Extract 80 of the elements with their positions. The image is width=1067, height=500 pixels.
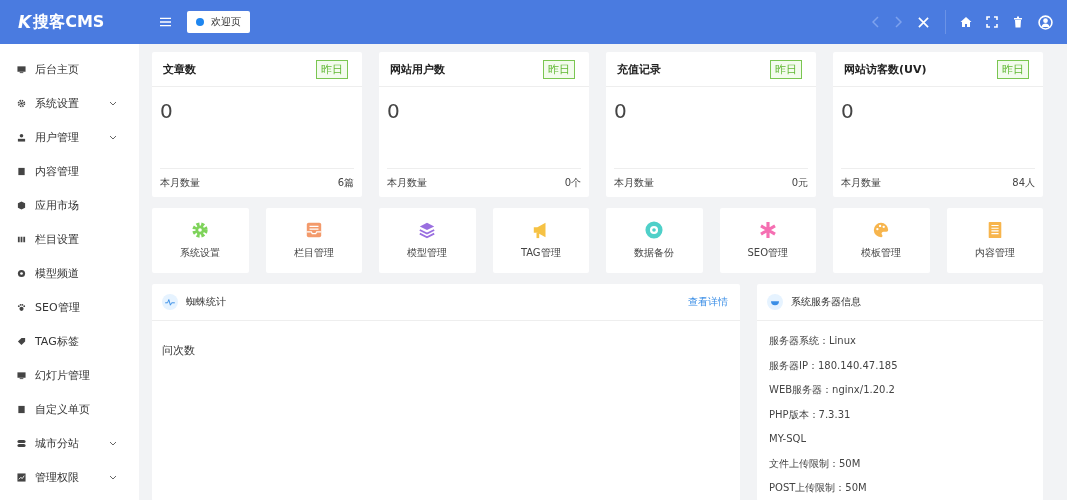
shortcut-tile[interactable]: TAG管理 xyxy=(492,208,589,273)
sidebar-item[interactable]: 内容管理 xyxy=(0,154,139,188)
stat-value: 0 xyxy=(613,98,628,125)
panel-title: 系统服务器信息 xyxy=(791,295,861,309)
circle-icon xyxy=(17,268,26,278)
stat-value: 0 xyxy=(840,98,855,125)
server-info-line: 文件上传限制：50M xyxy=(769,456,862,471)
shortcut-tile[interactable]: 模板管理 xyxy=(833,208,930,273)
footer-label: 本月数量 xyxy=(387,176,427,190)
stat-title: 文章数 xyxy=(163,61,196,77)
gear-icon xyxy=(17,98,26,108)
fullscreen-icon[interactable] xyxy=(986,16,998,28)
sidebar-item[interactable]: 管理权限 xyxy=(0,460,139,494)
pulse-icon xyxy=(162,294,178,310)
period-badge: 昨日 xyxy=(770,59,802,79)
axis-label: 问次数 xyxy=(162,344,195,357)
chevron-down-icon xyxy=(109,100,117,106)
footer-label: 本月数量 xyxy=(160,176,200,190)
sidebar-item[interactable]: 模型频道 xyxy=(0,256,139,290)
monitor-icon xyxy=(17,64,26,74)
chevron-down-icon xyxy=(109,440,117,446)
menu-icon[interactable] xyxy=(160,17,171,27)
server-info-line: PHP版本：7.3.31 xyxy=(769,407,852,422)
book-icon xyxy=(17,166,26,176)
close-icon[interactable] xyxy=(918,16,929,28)
toggle-icon xyxy=(17,438,26,448)
logo-mark: K xyxy=(18,12,32,32)
footer-value: 6篇 xyxy=(337,176,354,190)
server-info-line: MY-SQL xyxy=(769,432,807,446)
chart-icon xyxy=(17,472,26,482)
chevron-down-icon xyxy=(109,134,117,140)
shortcut-tile[interactable]: 数据备份 xyxy=(606,208,703,273)
user-avatar-icon[interactable] xyxy=(1038,14,1053,30)
sidebar-item[interactable]: 用户管理 xyxy=(0,120,139,154)
server-info-line: POST上传限制：50M xyxy=(769,481,868,495)
period-badge: 昨日 xyxy=(997,59,1029,79)
trash-icon[interactable] xyxy=(1012,16,1024,28)
shortcut-tile[interactable]: 系统设置 xyxy=(152,208,249,273)
columns-icon xyxy=(17,234,26,244)
paw-icon xyxy=(17,302,26,312)
sidebar-item[interactable]: TAG标签 xyxy=(0,324,139,358)
sidebar-item[interactable]: SEO管理 xyxy=(0,290,139,324)
panel-title: 蜘蛛统计 xyxy=(186,295,226,309)
stat-value: 0 xyxy=(159,98,174,125)
user-icon xyxy=(17,132,26,142)
footer-label: 本月数量 xyxy=(614,176,654,190)
shortcut-tile[interactable]: 模型管理 xyxy=(379,208,476,273)
footer-value: 0个 xyxy=(564,176,581,190)
sidebar-item[interactable]: 栏目设置 xyxy=(0,222,139,256)
server-info-line: 服务器系统：Linux xyxy=(769,334,857,348)
home-icon[interactable] xyxy=(960,16,972,28)
cube-icon xyxy=(17,200,26,210)
shortcut-tile[interactable]: 内容管理 xyxy=(946,208,1043,273)
view-details-link[interactable]: 查看详情 xyxy=(688,295,728,309)
sidebar-item[interactable]: 幻灯片管理 xyxy=(0,358,139,392)
stat-title: 充值记录 xyxy=(617,61,661,77)
tag-icon xyxy=(17,336,26,346)
footer-label: 本月数量 xyxy=(841,176,881,190)
shortcut-tile[interactable]: 栏目管理 xyxy=(265,208,362,273)
chevron-down-icon xyxy=(109,474,117,480)
footer-value: 0元 xyxy=(791,176,808,190)
period-badge: 昨日 xyxy=(543,59,575,79)
sidebar-item[interactable]: 后台主页 xyxy=(0,52,139,86)
gauge-icon xyxy=(767,294,783,310)
footer-value: 84人 xyxy=(1012,176,1035,190)
welcome-tab[interactable]: 欢迎页 xyxy=(187,11,250,33)
sidebar-item[interactable]: 应用市场 xyxy=(0,188,139,222)
stat-title: 网站用户数 xyxy=(390,61,445,77)
stat-value: 0 xyxy=(386,98,401,125)
monitor-icon xyxy=(17,370,26,380)
period-badge: 昨日 xyxy=(316,59,348,79)
sidebar-item[interactable]: 系统设置 xyxy=(0,86,139,120)
shortcut-tile[interactable]: SEO管理 xyxy=(719,208,816,273)
logo-text: 搜客CMS xyxy=(33,11,105,33)
sidebar-item[interactable]: 自定义单页 xyxy=(0,392,139,426)
server-info-line: 服务器IP：180.140.47.185 xyxy=(769,358,899,373)
stat-title: 网站访客数(UV) xyxy=(844,61,927,77)
sidebar-item[interactable]: 城市分站 xyxy=(0,426,139,460)
server-info-line: WEB服务器：nginx/1.20.2 xyxy=(769,383,896,397)
book-icon xyxy=(17,404,26,414)
